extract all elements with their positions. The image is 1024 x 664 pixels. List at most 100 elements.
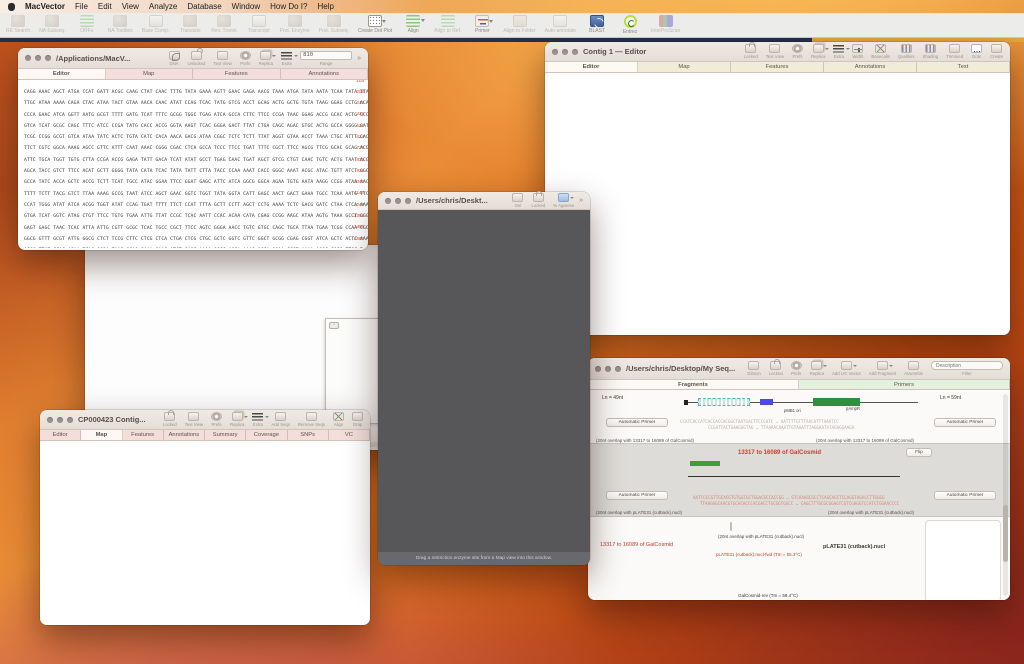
vector-his-tag-segment[interactable] xyxy=(698,398,750,406)
close-button[interactable] xyxy=(385,198,391,204)
gibson-doc-icon[interactable] xyxy=(748,361,759,370)
tab-coverage[interactable]: Coverage xyxy=(246,430,287,440)
tab-map[interactable]: Map xyxy=(106,69,194,79)
create-icon[interactable] xyxy=(991,44,1002,53)
text-view-icon[interactable] xyxy=(769,44,780,53)
dropdown-chevron-icon[interactable] xyxy=(489,20,493,23)
qualities-icon[interactable] xyxy=(901,44,912,53)
minimize-button[interactable] xyxy=(57,417,63,423)
dropdown-chevron-icon[interactable] xyxy=(382,20,386,23)
assemble-icon[interactable] xyxy=(908,361,919,370)
tab-map[interactable]: Map xyxy=(638,62,731,72)
automatic-primer-button-top-left[interactable]: Automatic Primer xyxy=(606,418,668,427)
toolbar-overflow-chevron[interactable]: » xyxy=(579,197,583,204)
lock-icon[interactable] xyxy=(164,412,175,421)
menu-item-macvector[interactable]: MacVector xyxy=(25,2,65,11)
junction-segmented-control[interactable] xyxy=(730,522,732,531)
toolbar-item-create-dot-plot[interactable]: Create Dot Plot xyxy=(358,15,392,35)
tab-editor[interactable]: Editor xyxy=(18,69,106,79)
dropdown-chevron-icon[interactable] xyxy=(244,416,248,418)
seq-lines[interactable]: CAGG AAAC AGCT ATGA CCAT GATT ACGC CAAG … xyxy=(18,80,368,248)
zoom-button[interactable] xyxy=(45,55,51,61)
width-slider-icon[interactable] xyxy=(852,44,863,53)
tab-summary[interactable]: Summary xyxy=(205,430,246,440)
assembly-scrollbar[interactable] xyxy=(1003,394,1008,596)
trimmed-icon[interactable] xyxy=(949,44,960,53)
tab-annotations[interactable]: Annotations xyxy=(164,430,205,440)
tab-fragments[interactable]: Fragments xyxy=(588,380,799,389)
automatic-primer-button-mid-right[interactable]: Automatic Primer xyxy=(934,491,996,500)
text-view-icon[interactable] xyxy=(217,51,228,60)
menu-item-file[interactable]: File xyxy=(75,2,88,11)
close-button[interactable] xyxy=(47,417,53,423)
add-fragment-icon[interactable] xyxy=(877,361,888,370)
zoom-button[interactable] xyxy=(572,49,578,55)
minimize-button[interactable] xyxy=(562,49,568,55)
dropdown-chevron-icon[interactable] xyxy=(272,55,276,57)
lock-icon[interactable] xyxy=(770,361,781,370)
dropdown-chevron-icon[interactable] xyxy=(823,365,827,367)
minimize-button[interactable] xyxy=(35,55,41,61)
cp-titlebar[interactable]: CP000423 Contig... LockedText ViewPrefsR… xyxy=(40,410,370,430)
align-icon[interactable] xyxy=(333,412,344,421)
replica-icon[interactable] xyxy=(260,51,271,60)
lock-icon[interactable] xyxy=(533,193,544,202)
toolbar-overflow-chevron[interactable]: » xyxy=(357,55,361,62)
range-input[interactable] xyxy=(300,51,352,60)
zoom-button[interactable] xyxy=(405,198,411,204)
tab-annotations[interactable]: Annotations xyxy=(281,69,369,79)
vector-blue-segment[interactable] xyxy=(760,399,773,405)
dropdown-chevron-icon[interactable] xyxy=(825,48,829,50)
add-lic-vector-icon[interactable] xyxy=(841,361,852,370)
tab-vc[interactable]: VC xyxy=(329,430,370,440)
dropdown-chevron-icon[interactable] xyxy=(889,365,893,367)
dropdown-chevron-icon[interactable] xyxy=(265,416,269,418)
flip-button[interactable]: Flip xyxy=(906,448,932,457)
dropdown-chevron-icon[interactable] xyxy=(846,48,850,50)
minimize-button[interactable] xyxy=(395,198,401,204)
zoom-button[interactable] xyxy=(67,417,73,423)
dna-icon[interactable] xyxy=(169,51,180,60)
vector-ampr-segment[interactable] xyxy=(813,398,860,406)
tab-primers[interactable]: Primers xyxy=(799,380,1010,389)
dropdown-chevron-icon[interactable] xyxy=(294,55,298,57)
menu-icon[interactable] xyxy=(252,413,263,421)
basecalls-icon[interactable] xyxy=(875,44,886,53)
lock-open-icon[interactable] xyxy=(191,51,202,60)
gel-document-icon[interactable] xyxy=(512,193,523,202)
zoom-button[interactable] xyxy=(615,366,621,372)
tab-features[interactable]: Features xyxy=(123,430,164,440)
menu-item-edit[interactable]: Edit xyxy=(98,2,112,11)
menu-item-window[interactable]: Window xyxy=(232,2,260,11)
menu-item-help[interactable]: Help xyxy=(317,2,333,11)
dropdown-chevron-icon[interactable] xyxy=(570,197,574,199)
tab-editor[interactable]: Editor xyxy=(545,62,638,72)
tab-snps[interactable]: SNPs xyxy=(288,430,329,440)
menu-item-analyze[interactable]: Analyze xyxy=(149,2,177,11)
menu-item-database[interactable]: Database xyxy=(187,2,221,11)
tab-features[interactable]: Features xyxy=(731,62,824,72)
dropdown-chevron-icon[interactable] xyxy=(853,365,857,367)
gear-icon[interactable] xyxy=(792,44,803,53)
tab-annotations[interactable]: Annotations xyxy=(824,62,917,72)
automatic-primer-button-top-right[interactable]: Automatic Primer xyxy=(934,418,996,427)
agarose-flask-icon[interactable] xyxy=(558,193,569,202)
toolbar-item-entrez[interactable]: Entrez xyxy=(618,15,642,35)
menu-icon[interactable] xyxy=(281,52,292,60)
seq-titlebar[interactable]: /Applications/MacV... DNAUnlockedText Vi… xyxy=(18,48,368,69)
dropdown-chevron-icon[interactable] xyxy=(421,19,425,22)
gear-icon[interactable] xyxy=(240,51,251,60)
toolbar-item-blast[interactable]: BLAST xyxy=(585,15,609,35)
close-button[interactable] xyxy=(25,55,31,61)
tab-text[interactable]: Text xyxy=(917,62,1010,72)
close-button[interactable] xyxy=(595,366,601,372)
minimize-button[interactable] xyxy=(605,366,611,372)
assembly-titlebar[interactable]: /Users/chris/Desktop/My Seq... GibsonLoc… xyxy=(588,358,1010,380)
filter-search-input[interactable] xyxy=(931,361,1003,370)
replica-icon[interactable] xyxy=(811,361,822,370)
contig-titlebar[interactable]: Contig 1 — Editor LockedText ViewPrefsRe… xyxy=(545,42,1010,62)
apple-menu-icon[interactable] xyxy=(8,3,15,11)
replica-icon[interactable] xyxy=(813,44,824,53)
tab-features[interactable]: Features xyxy=(193,69,281,79)
close-button[interactable] xyxy=(552,49,558,55)
